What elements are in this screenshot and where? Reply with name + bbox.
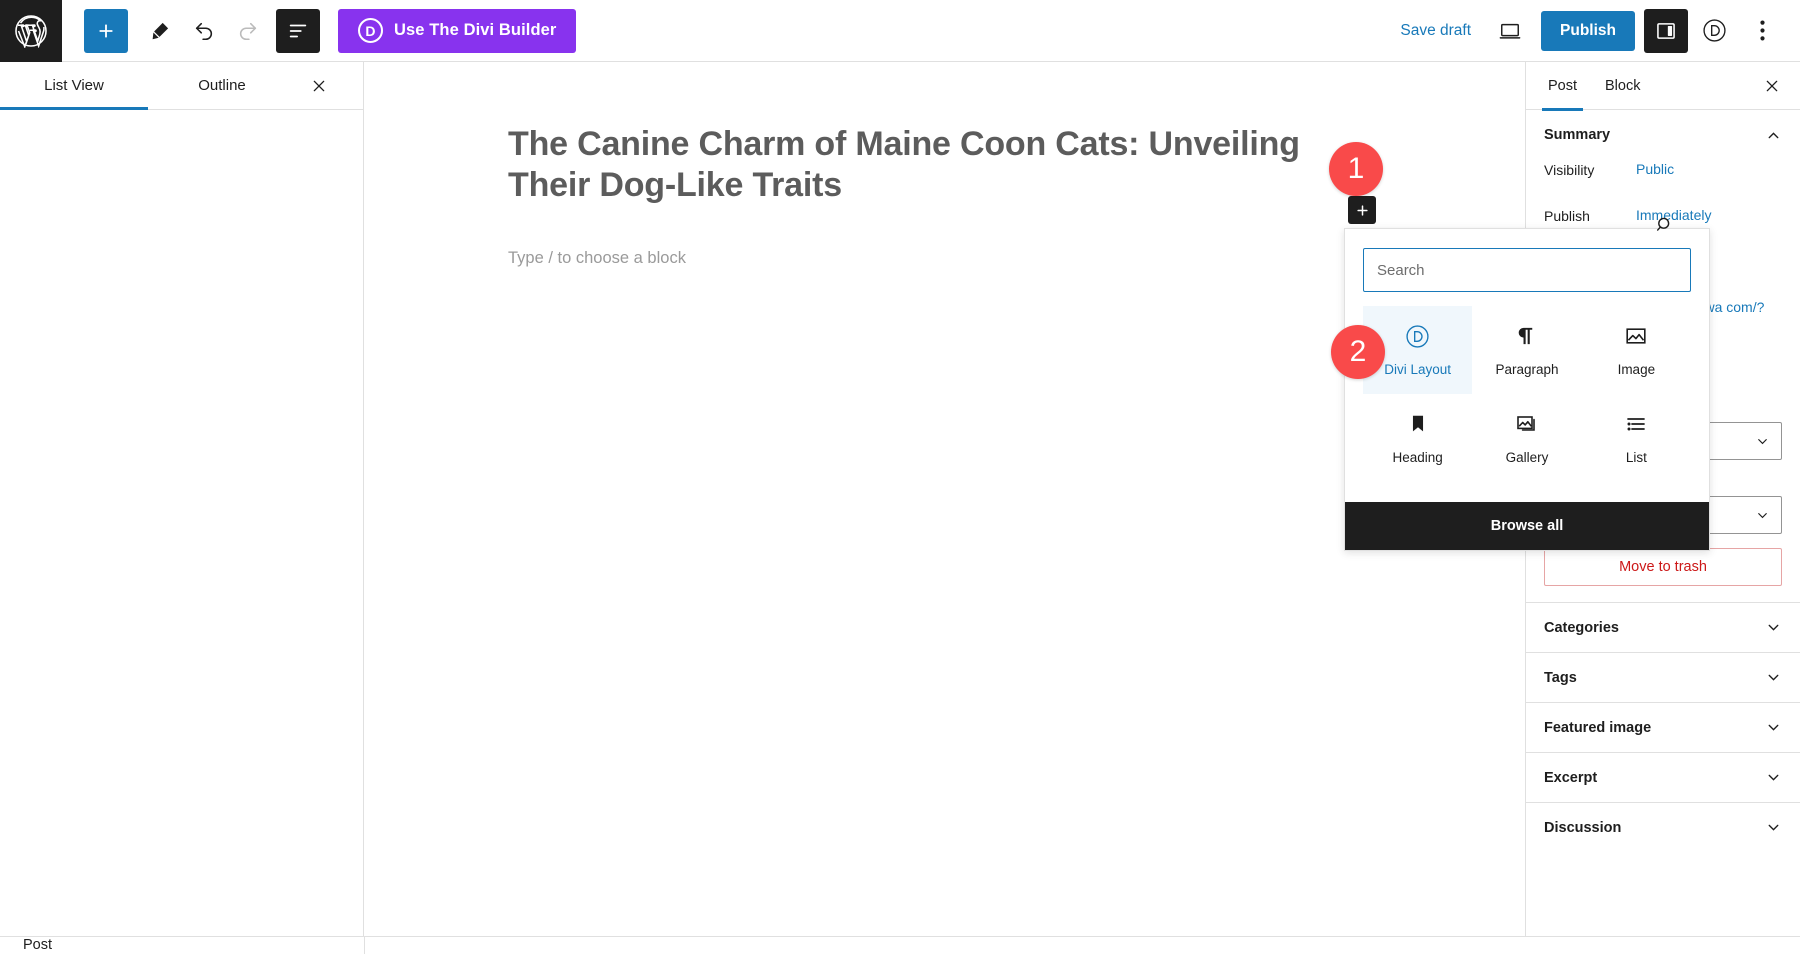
chevron-down-icon: [1765, 769, 1782, 786]
summary-panel-header[interactable]: Summary: [1526, 110, 1800, 160]
block-inserter-popover: Divi Layout Paragraph Image Heading: [1344, 217, 1710, 551]
save-draft-button[interactable]: Save draft: [1387, 13, 1484, 49]
inserter-block-label: Image: [1617, 362, 1656, 377]
sidebar-tabs: Post Block: [1526, 62, 1800, 111]
inserter-block-image[interactable]: Image: [1582, 306, 1691, 394]
inserter-search-wrap: [1345, 217, 1709, 302]
move-to-trash-button[interactable]: Move to trash: [1544, 548, 1782, 586]
close-sidebar-icon[interactable]: [1754, 68, 1790, 104]
bottom-bar-divider: [364, 936, 365, 954]
section-tags[interactable]: Tags: [1526, 652, 1800, 702]
chevron-down-icon: [1765, 669, 1782, 686]
page-title[interactable]: The Canine Charm of Maine Coon Cats: Unv…: [508, 124, 1308, 207]
tab-block[interactable]: Block: [1591, 62, 1654, 110]
inserter-block-heading[interactable]: Heading: [1363, 394, 1472, 482]
section-categories[interactable]: Categories: [1526, 602, 1800, 652]
wordpress-logo-icon[interactable]: [0, 0, 62, 62]
inserter-block-gallery[interactable]: Gallery: [1472, 394, 1581, 482]
block-placeholder-text[interactable]: Type / to choose a block: [508, 249, 686, 268]
undo-arrow-icon[interactable]: [182, 9, 226, 53]
kebab-menu-icon[interactable]: [1740, 9, 1784, 53]
categories-label: Categories: [1544, 619, 1619, 636]
publish-button[interactable]: Publish: [1541, 10, 1635, 51]
tab-list-view[interactable]: List View: [0, 62, 148, 110]
callout-badge-2: 2: [1331, 325, 1385, 379]
gallery-icon: [1515, 411, 1539, 437]
redo-arrow-icon[interactable]: [226, 9, 270, 53]
inserter-block-label: Heading: [1392, 450, 1443, 465]
tab-post[interactable]: Post: [1534, 62, 1591, 111]
publish-label: Publish: [1544, 208, 1590, 224]
inserter-block-label: Divi Layout: [1384, 362, 1452, 377]
chevron-down-icon: [1765, 819, 1782, 836]
section-discussion[interactable]: Discussion: [1526, 802, 1800, 852]
document-type-label: Post: [23, 937, 53, 953]
publish-value[interactable]: Immediately: [1636, 206, 1711, 224]
chevron-down-icon: [1765, 719, 1782, 736]
heading-bookmark-icon: [1407, 411, 1429, 437]
settings-sidebar-icon[interactable]: [1644, 8, 1688, 53]
tab-outline[interactable]: Outline: [148, 62, 296, 109]
visibility-value[interactable]: Public: [1636, 160, 1674, 178]
left-panel-tabs: List View Outline: [0, 62, 363, 110]
summary-row-visibility: Visibility Public: [1544, 160, 1782, 198]
inline-block-inserter-button[interactable]: [1348, 196, 1376, 224]
list-icon: [1624, 411, 1648, 437]
chevron-down-icon: [1765, 619, 1782, 636]
divi-circle-icon: [1405, 323, 1430, 349]
left-list-view-panel: List View Outline: [0, 62, 364, 936]
section-featured-image[interactable]: Featured image: [1526, 702, 1800, 752]
featured-image-label: Featured image: [1544, 719, 1652, 736]
toolbar-right-group: Save draft Publish: [1387, 8, 1800, 53]
chevron-up-icon: [1765, 127, 1782, 144]
browse-all-button[interactable]: Browse all: [1345, 502, 1709, 550]
inserter-block-label: Paragraph: [1495, 362, 1559, 377]
divi-builder-label: Use The Divi Builder: [394, 21, 557, 39]
sidebar-sections: Categories Tags Featured image Excerpt D…: [1526, 602, 1800, 852]
bottom-status-bar: [0, 936, 1800, 954]
paragraph-pilcrow-icon: [1515, 323, 1538, 349]
inserter-block-paragraph[interactable]: Paragraph: [1472, 306, 1581, 394]
inserter-block-label: Gallery: [1505, 450, 1549, 465]
toolbar-left-group: D Use The Divi Builder: [62, 8, 577, 53]
use-divi-builder-button[interactable]: D Use The Divi Builder: [338, 8, 577, 53]
list-view-icon[interactable]: [276, 8, 320, 53]
tags-label: Tags: [1544, 669, 1577, 686]
desktop-preview-icon[interactable]: [1488, 9, 1532, 53]
editor-root: D Use The Divi Builder Save draft Publis…: [0, 0, 1800, 954]
divi-circle-icon[interactable]: [1692, 9, 1736, 53]
top-toolbar: D Use The Divi Builder Save draft Publis…: [0, 0, 1800, 62]
divi-circle-icon: D: [358, 18, 383, 43]
inserter-block-label: List: [1625, 450, 1647, 465]
excerpt-label: Excerpt: [1544, 769, 1598, 786]
close-left-panel-icon[interactable]: [296, 62, 341, 110]
inserter-block-list[interactable]: List: [1582, 394, 1691, 482]
summary-panel-label: Summary: [1544, 127, 1611, 143]
add-block-button[interactable]: [84, 8, 128, 53]
inserter-block-grid: Divi Layout Paragraph Image Heading Gall…: [1345, 302, 1709, 502]
visibility-label: Visibility: [1544, 162, 1595, 178]
section-excerpt[interactable]: Excerpt: [1526, 752, 1800, 802]
image-icon: [1624, 323, 1648, 349]
search-input[interactable]: [1363, 248, 1691, 292]
callout-badge-1: 1: [1329, 142, 1383, 196]
tools-pencil-icon[interactable]: [138, 9, 182, 53]
discussion-label: Discussion: [1544, 819, 1622, 836]
